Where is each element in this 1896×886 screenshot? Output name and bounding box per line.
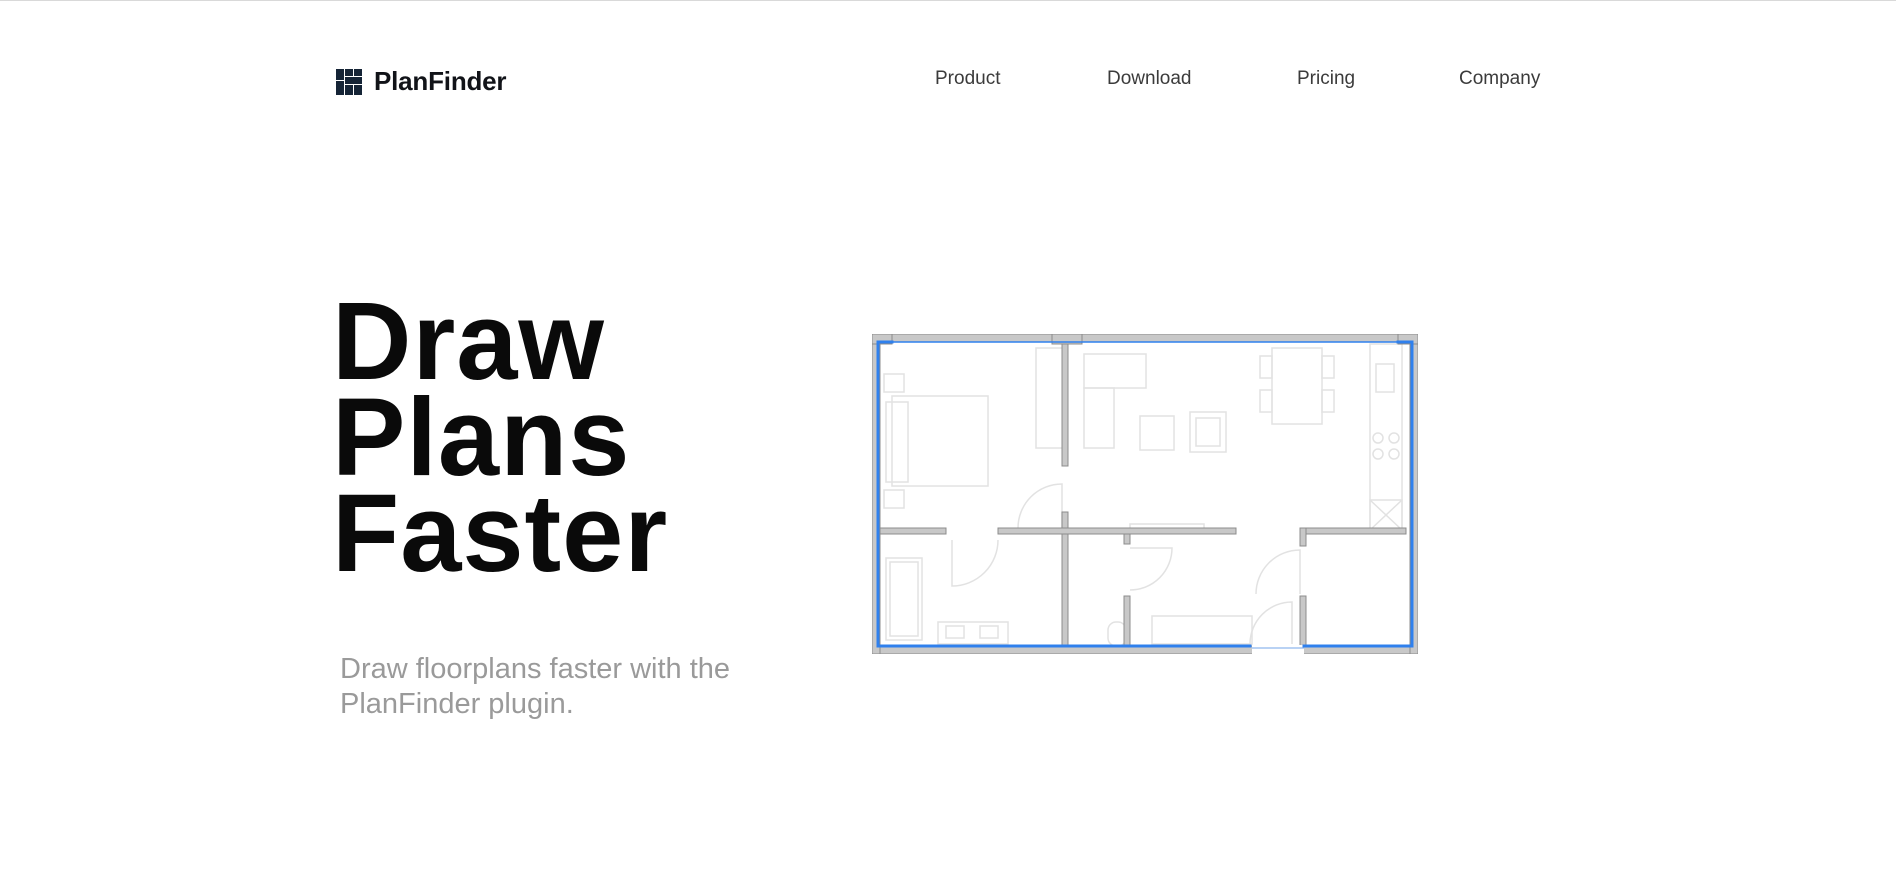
nav-pricing-link[interactable]: Pricing: [1297, 68, 1355, 90]
hero-title-line: Faster: [332, 472, 669, 595]
furniture-layer: [883, 343, 1403, 647]
main-nav: Product Download Pricing Company: [0, 68, 1896, 92]
hero-title: Draw Plans Faster: [332, 287, 669, 595]
nav-product-link[interactable]: Product: [935, 68, 1000, 90]
hero-subtitle: Draw floorplans faster with the PlanFind…: [340, 653, 731, 720]
nav-download-link[interactable]: Download: [1107, 68, 1192, 90]
nav-company-link[interactable]: Company: [1459, 68, 1540, 90]
entrance-gap: [1252, 645, 1304, 654]
site-header: PlanFinder Product Download Pricing Comp…: [0, 0, 1896, 160]
outer-walls: [872, 334, 1418, 654]
floor-plan-illustration: [872, 334, 1418, 654]
